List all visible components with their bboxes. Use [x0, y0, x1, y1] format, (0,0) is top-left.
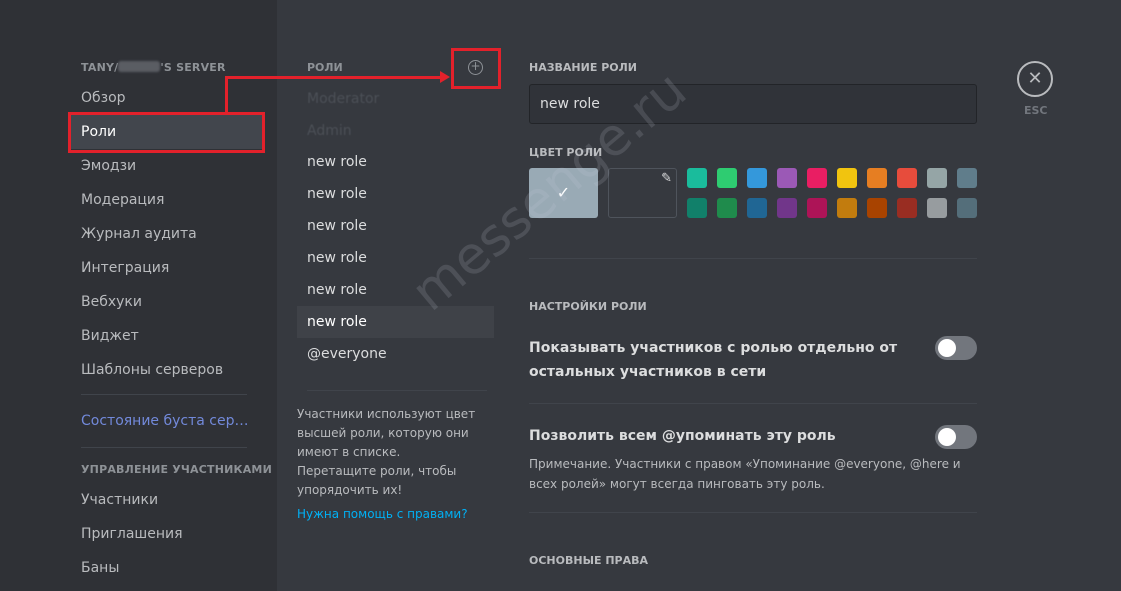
panel-divider [529, 512, 977, 513]
allow-mention-toggle[interactable] [935, 425, 977, 449]
roles-header: РОЛИ [307, 61, 343, 74]
allow-mention-note: Примечание. Участники с правом «Упоминан… [529, 457, 961, 491]
sidebar-divider [81, 447, 247, 448]
server-name-suffix: 'S SERVER [160, 61, 226, 74]
sidebar-item-integrations[interactable]: Интеграция [69, 251, 263, 285]
toggle-knob [938, 339, 956, 357]
annotation-line [225, 76, 441, 79]
checkmark-icon: ✓ [556, 183, 571, 202]
pencil-icon: ✎ [661, 171, 672, 186]
color-swatch[interactable] [807, 168, 827, 188]
color-swatch[interactable] [867, 198, 887, 218]
allow-mention-title: Позволить всем @упоминать эту роль [529, 428, 836, 444]
role-settings-label: НАСТРОЙКИ РОЛИ [529, 300, 647, 313]
default-color-swatch[interactable]: ✓ [529, 168, 598, 218]
sidebar-item-widget[interactable]: Виджет [69, 319, 263, 353]
role-item[interactable]: new role [297, 178, 494, 210]
role-name-input[interactable] [529, 84, 977, 124]
color-swatch[interactable] [927, 198, 947, 218]
server-name-header: TANY/ 'S SERVER [81, 61, 226, 74]
annotation-arrow [440, 71, 450, 83]
sidebar-item-members[interactable]: Участники [69, 483, 263, 517]
esc-label: ESC [1024, 104, 1048, 117]
color-swatch[interactable] [687, 198, 707, 218]
color-swatch[interactable] [837, 198, 857, 218]
sidebar-item-audit-log[interactable]: Журнал аудита [69, 217, 263, 251]
color-swatch[interactable] [747, 168, 767, 188]
color-swatch[interactable] [717, 198, 737, 218]
color-swatch[interactable] [897, 168, 917, 188]
close-icon[interactable]: ✕ [1017, 61, 1053, 97]
sidebar-item-moderation[interactable]: Модерация [69, 183, 263, 217]
color-swatch[interactable] [747, 198, 767, 218]
color-swatch[interactable] [717, 168, 737, 188]
sidebar-divider [81, 394, 247, 395]
roles-hint-text: Участники используют цвет высшей роли, к… [297, 407, 476, 497]
sidebar-item-webhooks[interactable]: Вебхуки [69, 285, 263, 319]
color-swatch[interactable] [957, 168, 977, 188]
role-item-selected[interactable]: new role [297, 306, 494, 338]
annotation-box-roles [68, 112, 265, 153]
color-swatch[interactable] [687, 168, 707, 188]
color-swatch[interactable] [957, 198, 977, 218]
color-swatch[interactable] [777, 168, 797, 188]
members-section-header: УПРАВЛЕНИЕ УЧАСТНИКАМИ [81, 463, 272, 476]
color-swatch[interactable] [807, 198, 827, 218]
sidebar-item-invites[interactable]: Приглашения [69, 517, 263, 551]
annotation-line [225, 79, 228, 113]
roles-divider [307, 390, 487, 391]
sidebar-item-emoji[interactable]: Эмодзи [69, 149, 263, 183]
setting-title-line: остальных участников в сети [529, 364, 767, 380]
redacted-name [118, 61, 161, 72]
role-item[interactable]: new role [297, 210, 494, 242]
sidebar-item-bans[interactable]: Баны [69, 551, 263, 585]
sidebar-item-boost-status[interactable]: Состояние буста серв... [69, 404, 249, 438]
role-name-label: НАЗВАНИЕ РОЛИ [529, 61, 637, 74]
color-swatch[interactable] [867, 168, 887, 188]
role-item-everyone[interactable]: @everyone [297, 338, 494, 370]
role-item[interactable]: new role [297, 274, 494, 306]
panel-divider [529, 258, 977, 259]
annotation-box-add-role [451, 48, 501, 89]
permissions-help-link[interactable]: Нужна помощь с правами? [297, 507, 468, 521]
settings-sidebar: TANY/'S SERVER Обзор Роли Эмодзи Модерац… [0, 0, 277, 591]
color-swatch[interactable] [777, 198, 797, 218]
sidebar-item-server-templates[interactable]: Шаблоны серверов [69, 353, 263, 387]
panel-divider [529, 403, 977, 404]
toggle-knob [938, 428, 956, 446]
role-item[interactable]: new role [297, 242, 494, 274]
custom-color-picker[interactable]: ✎ [608, 168, 677, 218]
role-color-label: ЦВЕТ РОЛИ [529, 146, 603, 159]
display-separately-title: Показывать участников с ролью отдельно о… [529, 336, 897, 384]
role-item-redacted[interactable]: Admin [297, 115, 494, 147]
display-separately-toggle[interactable] [935, 336, 977, 360]
setting-title-line: Показывать участников с ролью отдельно о… [529, 340, 898, 356]
general-permissions-label: ОСНОВНЫЕ ПРАВА [529, 554, 648, 567]
server-name-prefix: TANY/ [81, 61, 119, 74]
color-swatch[interactable] [927, 168, 947, 188]
role-item[interactable]: new role [297, 146, 494, 178]
sidebar-item-overview[interactable]: Обзор [69, 81, 263, 115]
color-swatch[interactable] [837, 168, 857, 188]
color-swatch[interactable] [897, 198, 917, 218]
